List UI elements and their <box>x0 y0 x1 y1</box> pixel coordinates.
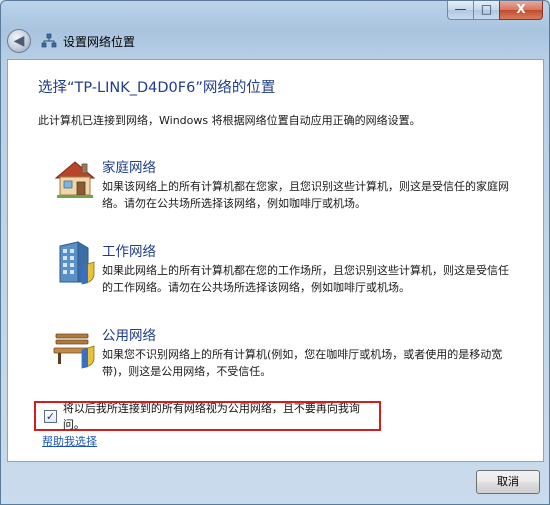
treat-all-public-checkbox[interactable]: ✓ <box>44 409 57 423</box>
back-button[interactable]: ◀ <box>7 29 31 53</box>
option-description: 如果此网络上的所有计算机都在您的工作场所，且您识别这些计算机，则这是受信任的工作… <box>102 264 509 294</box>
option-title: 家庭网络 <box>102 160 156 176</box>
page-title: 选择“TP-LINK_D4D0F6”网络的位置 <box>38 80 276 96</box>
network-icon <box>41 33 57 48</box>
intro-text: 此计算机已连接到网络，Windows 将根据网络位置自动应用正确的网络设置。 <box>38 114 421 127</box>
option-title: 工作网络 <box>102 244 156 260</box>
minimize-button[interactable]: — <box>447 1 473 20</box>
dialog-window: — □ X ◀ 设置网络位置 选择“TP-LINK_D4D0F6”网络的位置 此… <box>0 0 550 505</box>
office-building-icon <box>59 241 95 285</box>
checkmark-icon: ✓ <box>45 409 56 423</box>
option-title: 公用网络 <box>102 328 156 344</box>
back-arrow-icon: ◀ <box>13 33 25 49</box>
close-button[interactable]: X <box>499 1 543 20</box>
option-description: 如果该网络上的所有计算机都在您家，且您识别这些计算机，则这是受信任的家庭网络。请… <box>102 180 509 210</box>
park-bench-icon <box>53 333 95 369</box>
treat-all-public-checkbox-row[interactable]: ✓ 将以后我所连接到的所有网络视为公用网络，且不要再向我询问。 <box>34 401 381 431</box>
window-title: 设置网络位置 <box>63 34 136 49</box>
title-bar: ◀ 设置网络位置 <box>7 27 135 55</box>
house-icon <box>54 161 96 198</box>
cancel-button[interactable]: 取消 <box>476 470 540 494</box>
checkbox-label[interactable]: 将以后我所连接到的所有网络视为公用网络，且不要再向我询问。 <box>63 400 379 432</box>
help-me-choose-link[interactable]: 帮助我选择 <box>42 433 97 449</box>
content-panel: 选择“TP-LINK_D4D0F6”网络的位置 此计算机已连接到网络，Windo… <box>7 59 544 462</box>
caption-buttons: — □ X <box>447 1 543 21</box>
maximize-button[interactable]: □ <box>473 1 499 20</box>
option-description: 如果您不识别网络上的所有计算机(例如，您在咖啡厅或机场，或者使用的是移动宽带)，… <box>102 348 503 378</box>
